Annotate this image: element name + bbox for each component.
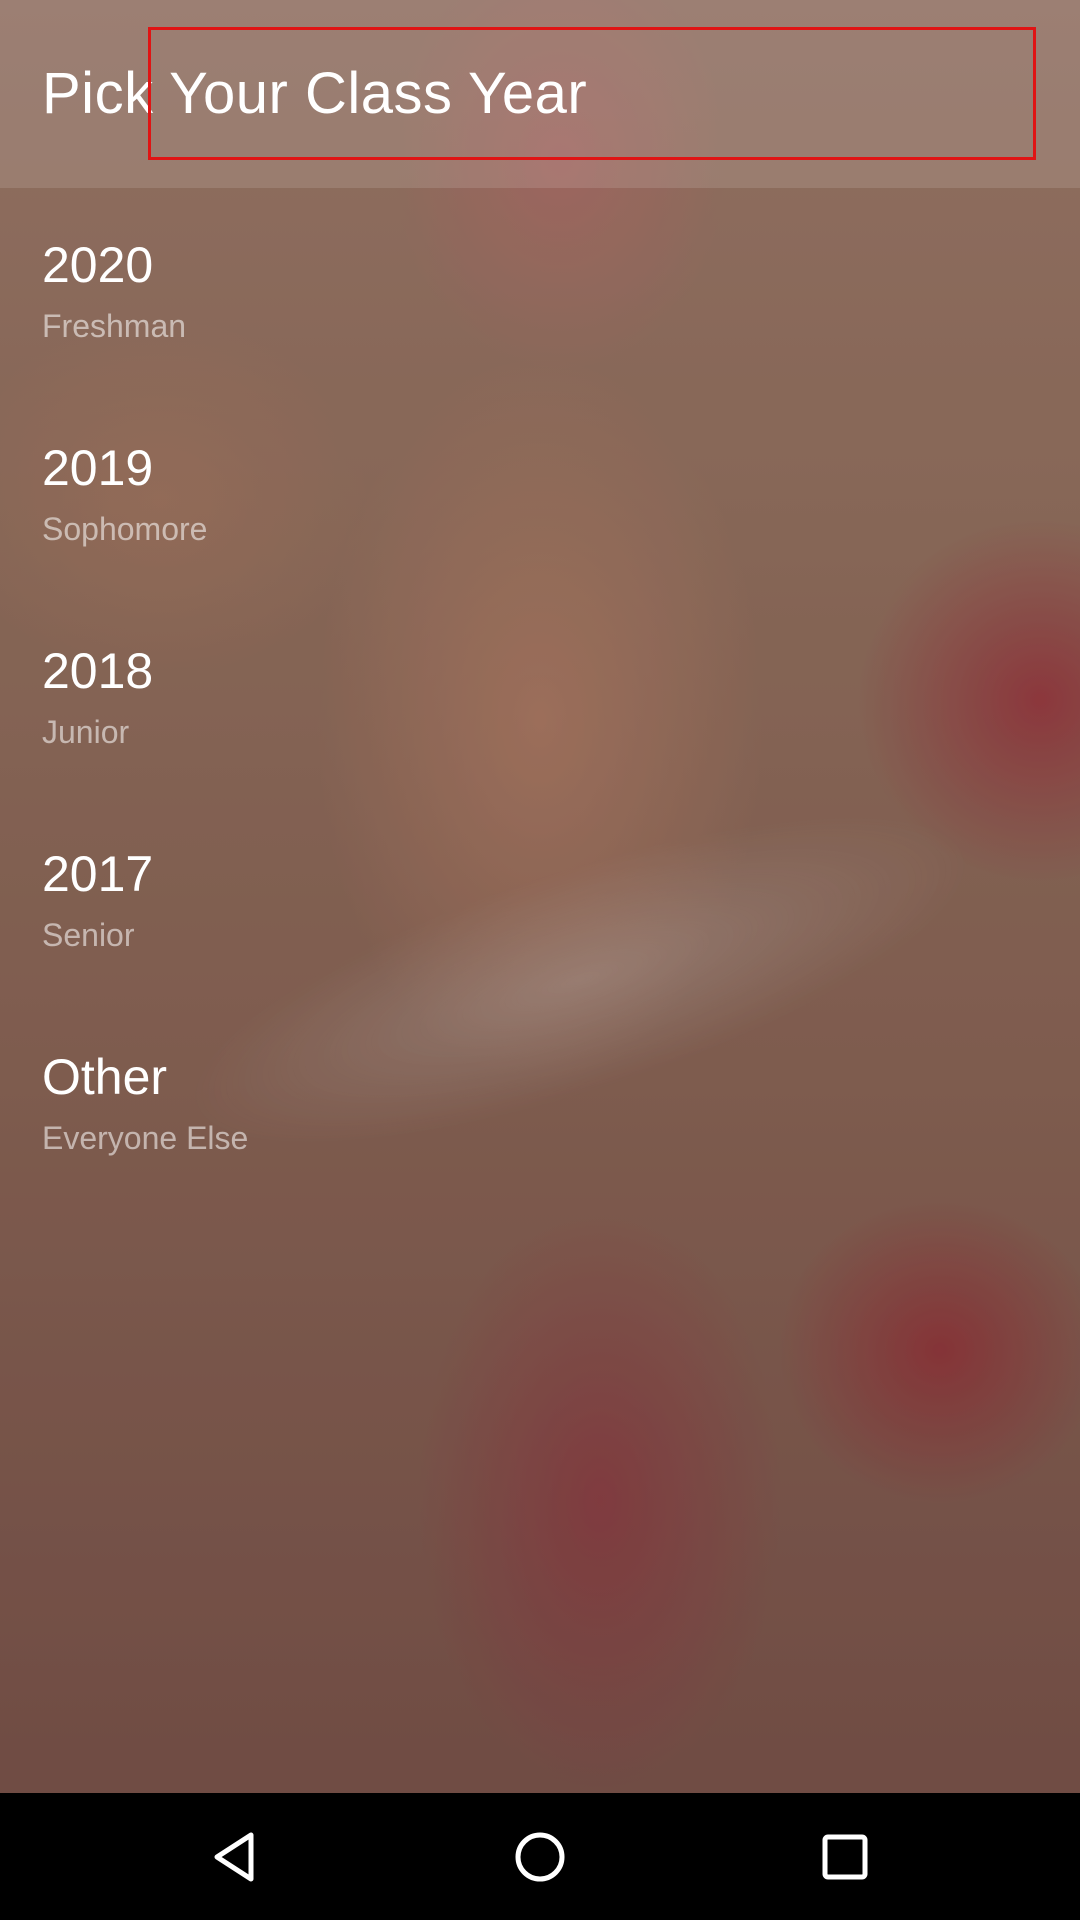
list-item-title: 2019 bbox=[42, 440, 154, 496]
list-item-2018[interactable]: 2018 Junior bbox=[0, 602, 1080, 805]
home-button[interactable] bbox=[440, 1793, 640, 1920]
list-item-2020[interactable]: 2020 Freshman bbox=[0, 196, 1080, 399]
list-item-other[interactable]: Other Everyone Else bbox=[0, 1008, 1080, 1211]
list-item-subtitle: Freshman bbox=[42, 308, 187, 344]
class-year-list: 2020 Freshman 2019 Sophomore 2018 Junior… bbox=[0, 196, 1080, 1211]
system-navigation-bar bbox=[0, 1793, 1080, 1920]
back-triangle-icon bbox=[214, 1832, 254, 1881]
screen: Pick Your Class Year 2020 Freshman 2019 … bbox=[0, 0, 1080, 1920]
back-button[interactable] bbox=[135, 1793, 335, 1920]
list-item-2017[interactable]: 2017 Senior bbox=[0, 805, 1080, 1008]
highlight-box bbox=[148, 27, 1036, 160]
list-item-subtitle: Everyone Else bbox=[42, 1120, 249, 1156]
recents-square-icon bbox=[822, 1834, 868, 1879]
list-item-subtitle: Senior bbox=[42, 917, 135, 953]
list-item-title: 2020 bbox=[42, 237, 154, 293]
list-item-subtitle: Sophomore bbox=[42, 511, 208, 547]
list-item-title: Other bbox=[42, 1049, 168, 1105]
list-item-subtitle: Junior bbox=[42, 714, 130, 750]
list-item-title: 2018 bbox=[42, 643, 154, 699]
recents-button[interactable] bbox=[745, 1793, 945, 1920]
list-item-title: 2017 bbox=[42, 846, 154, 902]
list-item-2019[interactable]: 2019 Sophomore bbox=[0, 399, 1080, 602]
home-circle-icon bbox=[515, 1832, 565, 1881]
